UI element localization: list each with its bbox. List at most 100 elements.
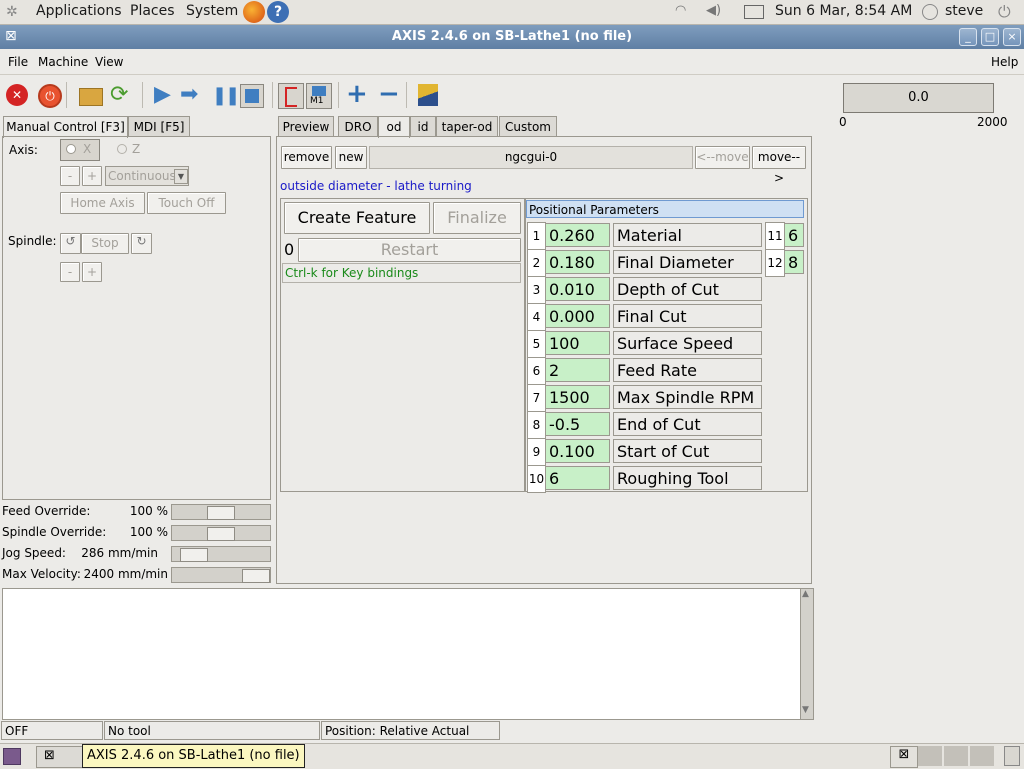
open-file-icon[interactable] [79, 88, 103, 106]
close-window-button[interactable]: × [1003, 28, 1021, 46]
power-icon[interactable]: ⏻ [998, 2, 1011, 22]
mail-icon[interactable] [744, 5, 764, 19]
window-titlebar[interactable]: ⊠ AXIS 2.4.6 on SB-Lathe1 (no file) _ □ … [0, 25, 1024, 49]
spindle-override-slider[interactable] [171, 525, 271, 541]
key-bindings-hint: Ctrl-k for Key bindings [282, 263, 521, 283]
touch-off-button[interactable]: Touch Off [147, 192, 226, 214]
new-button[interactable]: new [335, 146, 367, 169]
places-menu[interactable]: Places [130, 3, 175, 19]
tab-id[interactable]: id [410, 116, 436, 137]
param-value-input[interactable]: 100 [545, 331, 610, 355]
move-left-button[interactable]: <--move [695, 146, 750, 169]
tab-custom[interactable]: Custom [499, 116, 557, 137]
workspace-2[interactable] [918, 746, 942, 766]
create-feature-button[interactable]: Create Feature [284, 202, 430, 234]
firefox-icon[interactable] [243, 1, 265, 23]
show-desktop-icon[interactable] [3, 748, 21, 765]
slider-thumb[interactable] [180, 548, 208, 562]
estop-icon[interactable]: ✕ [6, 84, 28, 106]
param-value-input[interactable]: 0.000 [545, 304, 610, 328]
param-value-input[interactable]: 0.180 [545, 250, 610, 274]
trash-icon[interactable] [1004, 746, 1020, 766]
spindle-forward-button[interactable]: ↻ [131, 233, 152, 254]
param-value-input[interactable]: 6 [545, 466, 610, 490]
applications-menu[interactable]: Applications [36, 3, 122, 19]
maximize-button[interactable]: □ [981, 28, 999, 46]
axis-x-radio[interactable]: X [60, 139, 100, 161]
jog-speed-slider[interactable] [171, 546, 271, 562]
volume-icon[interactable]: ◀) [706, 3, 721, 18]
zoom-out-icon[interactable]: − [378, 81, 400, 107]
run-icon[interactable]: ▶ [154, 83, 171, 107]
spindle-label: Spindle: [8, 234, 57, 248]
clear-backplot-icon[interactable] [418, 84, 438, 106]
menu-file[interactable]: File [8, 55, 28, 69]
jog-plus-button[interactable]: + [82, 166, 102, 186]
tab-preview[interactable]: Preview [278, 116, 334, 137]
tab-mdi[interactable]: MDI [F5] [128, 116, 190, 137]
feed-override-slider[interactable] [171, 504, 271, 520]
scroll-down-icon[interactable]: ▼ [802, 705, 809, 715]
optional-stop-button[interactable]: M1 [306, 83, 332, 109]
restart-button[interactable]: Restart [298, 238, 521, 262]
slider-thumb[interactable] [207, 527, 235, 541]
toolbar-separator [66, 82, 67, 108]
user-name[interactable]: steve [945, 3, 983, 19]
block-delete-button[interactable] [278, 83, 304, 109]
reload-icon[interactable]: ⟳ [110, 83, 128, 107]
minimize-button[interactable]: _ [959, 28, 977, 46]
toolbar-separator [406, 82, 407, 108]
move-right-button[interactable]: move--> [752, 146, 806, 185]
param-value-input[interactable]: 8 [784, 250, 804, 274]
remove-button[interactable]: remove [281, 146, 332, 169]
pause-icon[interactable]: ❚❚ [212, 86, 240, 106]
subroutine-description: outside diameter - lathe turning [280, 179, 472, 193]
scroll-up-icon[interactable]: ▲ [802, 589, 809, 599]
slider-thumb[interactable] [207, 506, 235, 520]
param-label: Surface Speed [613, 331, 762, 355]
param-value-input[interactable]: 0.010 [545, 277, 610, 301]
workspace-1[interactable]: ⊠ [890, 746, 918, 768]
tab-manual-control[interactable]: Manual Control [F3] [3, 116, 128, 138]
zoom-in-icon[interactable]: + [346, 81, 368, 107]
taskbar-tooltip: AXIS 2.4.6 on SB-Lathe1 (no file) [82, 744, 305, 768]
param-value-input[interactable]: 6 [784, 223, 804, 247]
param-value-input[interactable]: 1500 [545, 385, 610, 409]
spindle-faster-button[interactable]: + [82, 262, 102, 282]
tab-od[interactable]: od [378, 116, 410, 138]
slider-thumb[interactable] [242, 569, 270, 583]
menu-help[interactable]: Help [991, 55, 1018, 69]
foot-logo-icon[interactable]: ✲ [6, 4, 18, 20]
system-menu[interactable]: System [186, 3, 238, 19]
axis-z-radio[interactable]: Z [117, 141, 147, 159]
tab-taper-od[interactable]: taper-od [436, 116, 498, 137]
menu-view[interactable]: View [95, 55, 123, 69]
stop-button[interactable] [240, 84, 264, 108]
spindle-slower-button[interactable]: - [60, 262, 80, 282]
jog-minus-button[interactable]: - [60, 166, 80, 186]
vertical-scrollbar[interactable]: ▲ ▼ [800, 588, 814, 720]
jog-increment-select[interactable]: Continuous ▼ [105, 166, 189, 186]
gcode-output-area[interactable] [2, 588, 802, 720]
param-value-input[interactable]: 0.100 [545, 439, 610, 463]
spindle-stop-button[interactable]: Stop [81, 233, 129, 254]
home-axis-button[interactable]: Home Axis [60, 192, 145, 214]
spindle-ccw-icon: ↺ [65, 234, 76, 248]
max-velocity-slider[interactable] [171, 567, 271, 583]
param-value-input[interactable]: 2 [545, 358, 610, 382]
menu-machine[interactable]: Machine [38, 55, 88, 69]
step-icon[interactable]: ➡ [180, 83, 198, 107]
param-value-input[interactable]: -0.5 [545, 412, 610, 436]
param-number: 4 [527, 303, 546, 331]
power-toggle-icon[interactable]: ⏻ [38, 84, 62, 108]
workspace-4[interactable] [970, 746, 994, 766]
clock[interactable]: Sun 6 Mar, 8:54 AM [775, 3, 912, 19]
network-icon[interactable]: ◠ [675, 3, 686, 18]
tab-dro[interactable]: DRO [338, 116, 378, 137]
param-value-input[interactable]: 0.260 [545, 223, 610, 247]
finalize-button[interactable]: Finalize [433, 202, 521, 234]
help-icon[interactable]: ? [267, 1, 289, 23]
param-number: 8 [527, 411, 546, 439]
spindle-reverse-button[interactable]: ↺ [60, 233, 81, 254]
workspace-3[interactable] [944, 746, 968, 766]
